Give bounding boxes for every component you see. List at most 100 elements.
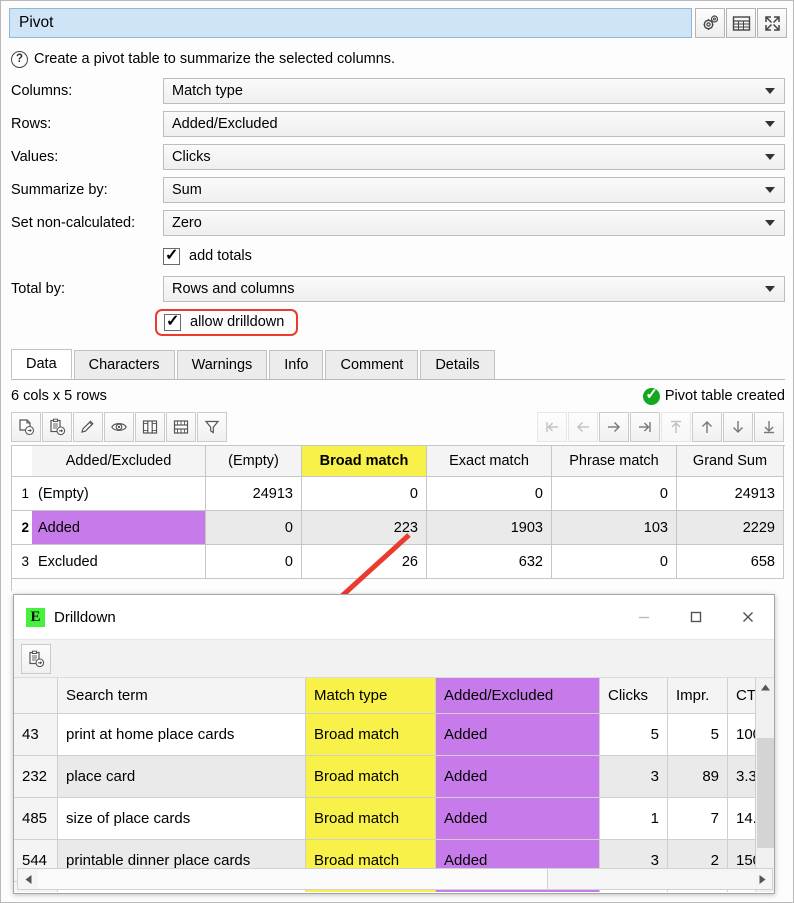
cell-added-excluded[interactable]: Added [436,798,600,840]
cell-match-type[interactable]: Broad match [306,798,436,840]
eye-view-button[interactable] [104,412,134,442]
close-button[interactable] [722,595,774,639]
filter-button[interactable] [197,412,227,442]
cell-grand[interactable]: 2229 [677,511,784,545]
columns-select[interactable]: Match type [163,78,785,104]
tab-info[interactable]: Info [269,350,323,379]
horizontal-scroll-thumb[interactable] [38,869,548,889]
cell-empty[interactable]: 0 [206,545,302,579]
drilldown-header-clicks[interactable]: Clicks [600,678,668,714]
rows-select[interactable]: Added/Excluded [163,111,785,137]
cell-phrase[interactable]: 103 [552,511,677,545]
drilldown-header-match-type[interactable]: Match type [306,678,436,714]
cell-broad[interactable]: 26 [302,545,427,579]
window-title-field[interactable]: Pivot [9,8,692,38]
cell-clicks[interactable]: 3 [600,756,668,798]
pivot-header-empty[interactable]: (Empty) [206,446,302,477]
scroll-right-button[interactable] [752,869,772,889]
tab-bar: Data Characters Warnings Info Comment De… [11,350,785,380]
pivot-header-exact-match[interactable]: Exact match [427,446,552,477]
cell-empty[interactable]: 24913 [206,477,302,511]
drilldown-copy-clipboard-button[interactable] [21,644,51,674]
cell-label[interactable]: (Empty) [32,477,206,511]
cell-search-term[interactable]: size of place cards [58,798,306,840]
table-grid-button[interactable] [726,8,756,38]
settings-gear-button[interactable] [695,8,725,38]
drilldown-titlebar[interactable]: E Drilldown [14,595,774,640]
copy-clipboard-button[interactable] [42,412,72,442]
pivot-table[interactable]: Added/Excluded (Empty) Broad match Exact… [11,445,785,591]
pivot-header-phrase-match[interactable]: Phrase match [552,446,677,477]
cell-clicks[interactable]: 1 [600,798,668,840]
table-row[interactable]: 2 Added 0 223 1903 103 2229 [12,511,785,545]
tab-data[interactable]: Data [11,349,72,379]
cell-broad[interactable]: 0 [302,477,427,511]
table-row[interactable]: 232 place card Broad match Added 3 89 3.… [14,756,774,798]
minimize-button[interactable] [618,595,670,639]
prev-row-button[interactable] [692,412,722,442]
vertical-scroll-thumb[interactable] [757,738,774,848]
tab-warnings[interactable]: Warnings [177,350,268,379]
next-column-button[interactable] [599,412,629,442]
cell-impr[interactable]: 5 [668,714,728,756]
horizontal-scroll-track[interactable] [38,869,752,889]
pivot-header-grand-sum[interactable]: Grand Sum [677,446,784,477]
cell-clicks[interactable]: 5 [600,714,668,756]
cell-phrase[interactable]: 0 [552,477,677,511]
last-row-button[interactable] [754,412,784,442]
rows-button[interactable] [166,412,196,442]
cell-exact[interactable]: 0 [427,477,552,511]
table-row[interactable]: 3 Excluded 0 26 632 0 658 [12,545,785,579]
set-non-calculated-select[interactable]: Zero [163,210,785,236]
add-totals-checkbox[interactable] [163,248,180,265]
cell-grand[interactable]: 658 [677,545,784,579]
scroll-up-button[interactable] [756,678,774,697]
cell-match-type[interactable]: Broad match [306,714,436,756]
columns-button[interactable] [135,412,165,442]
drilldown-header-search-term[interactable]: Search term [58,678,306,714]
export-file-button[interactable] [11,412,41,442]
table-row[interactable]: 485 size of place cards Broad match Adde… [14,798,774,840]
expand-fullscreen-button[interactable] [757,8,787,38]
table-row[interactable]: 43 print at home place cards Broad match… [14,714,774,756]
tab-comment[interactable]: Comment [325,350,418,379]
summarize-by-select[interactable]: Sum [163,177,785,203]
tab-details[interactable]: Details [420,350,494,379]
scroll-left-button[interactable] [18,869,38,889]
drilldown-header-impr[interactable]: Impr. [668,678,728,714]
total-by-select[interactable]: Rows and columns [163,276,785,302]
allow-drilldown-checkbox[interactable] [164,314,181,331]
cell-added-excluded[interactable]: Added [436,714,600,756]
help-question-icon[interactable]: ? [11,51,28,68]
tab-characters[interactable]: Characters [74,350,175,379]
cell-impr[interactable]: 7 [668,798,728,840]
cell-label[interactable]: Excluded [32,545,206,579]
cell-match-type[interactable]: Broad match [306,756,436,798]
next-row-button[interactable] [723,412,753,442]
vertical-scrollbar[interactable] [755,678,774,892]
cell-search-term[interactable]: place card [58,756,306,798]
drilldown-grid[interactable]: Search term Match type Added/Excluded Cl… [14,678,774,892]
cell-empty[interactable]: 0 [206,511,302,545]
edit-pencil-button[interactable] [73,412,103,442]
cell-grand[interactable]: 24913 [677,477,784,511]
cell-exact[interactable]: 632 [427,545,552,579]
maximize-button[interactable] [670,595,722,639]
table-row[interactable]: 1 (Empty) 24913 0 0 0 24913 [12,477,785,511]
drilldown-header-added-excluded[interactable]: Added/Excluded [436,678,600,714]
cell-search-term[interactable]: print at home place cards [58,714,306,756]
cell-phrase[interactable]: 0 [552,545,677,579]
first-column-button[interactable] [537,412,567,442]
last-column-button[interactable] [630,412,660,442]
cell-exact[interactable]: 1903 [427,511,552,545]
cell-label-selected[interactable]: Added [32,511,206,545]
cell-broad[interactable]: 223 [302,511,427,545]
pivot-header-added-excluded[interactable]: Added/Excluded [32,446,206,477]
prev-column-button[interactable] [568,412,598,442]
horizontal-scrollbar[interactable] [17,868,773,890]
cell-impr[interactable]: 89 [668,756,728,798]
cell-added-excluded[interactable]: Added [436,756,600,798]
pivot-header-broad-match[interactable]: Broad match [302,446,427,477]
values-select[interactable]: Clicks [163,144,785,170]
first-row-button[interactable] [661,412,691,442]
